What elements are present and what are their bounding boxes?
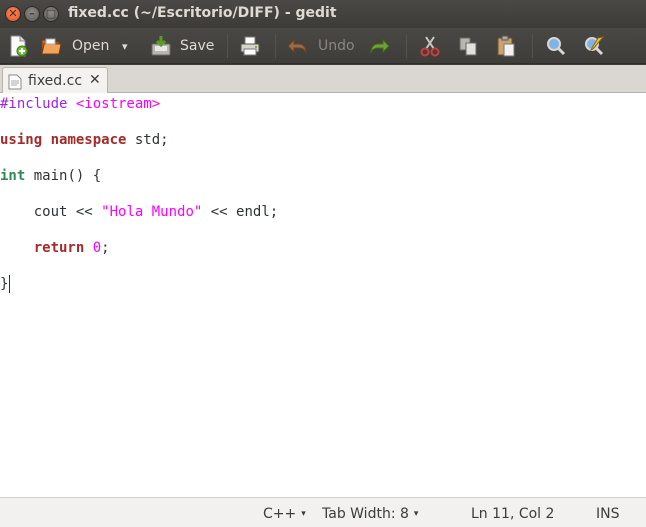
close-window-button[interactable]: ✕ [5, 6, 21, 22]
new-document-button[interactable] [4, 32, 32, 60]
print-button[interactable] [236, 32, 264, 60]
save-icon [151, 36, 171, 56]
code-token: } [0, 276, 9, 292]
toolbar-separator [227, 34, 228, 58]
save-button[interactable]: Save [148, 32, 216, 60]
open-recent-dropdown[interactable]: ▾ [120, 32, 134, 60]
open-button[interactable]: Open [38, 32, 110, 60]
cut-icon [420, 36, 440, 57]
window-title: fixed.cc (~/Escritorio/DIFF) - gedit [68, 5, 337, 21]
find-icon [547, 37, 566, 56]
toolbar-separator [532, 34, 533, 58]
code-token: ; [101, 240, 110, 256]
language-selector[interactable]: C++ ▾ [263, 506, 306, 522]
paste-button[interactable] [492, 32, 520, 60]
type-token: int [0, 168, 26, 184]
chevron-down-icon: ▾ [122, 40, 128, 53]
document-tab-bar: fixed.cc ✕ [0, 65, 646, 94]
code-token: std; [126, 132, 169, 148]
tab-label: fixed.cc [28, 73, 83, 89]
folder-open-icon [41, 38, 62, 55]
keyword-token: using [0, 132, 43, 148]
insert-mode-indicator: INS [596, 506, 620, 522]
code-line: } [0, 275, 8, 293]
text-file-icon [8, 74, 22, 90]
toolbar-separator [275, 34, 276, 58]
undo-icon [287, 38, 307, 54]
new-document-icon [10, 35, 28, 57]
find-button[interactable] [542, 32, 570, 60]
preprocessor-token: #include [0, 96, 76, 112]
toolbar-separator [406, 34, 407, 58]
close-tab-icon[interactable]: ✕ [89, 72, 101, 88]
language-label: C++ [263, 506, 297, 522]
code-line: #include <iostream> [0, 95, 160, 113]
code-line: cout << "Hola Mundo" << endl; [0, 203, 278, 221]
tab-width-selector[interactable]: Tab Width: 8 ▾ [322, 506, 418, 522]
indent-token [0, 204, 34, 220]
copy-button[interactable] [454, 32, 482, 60]
close-icon: ✕ [8, 7, 18, 20]
indent-token [0, 240, 34, 256]
tab-fixed-cc[interactable]: fixed.cc ✕ [2, 67, 108, 94]
undo-button[interactable]: Undo [284, 32, 356, 60]
code-line: using namespace std; [0, 131, 169, 149]
maximize-window-button[interactable]: □ [43, 6, 59, 22]
number-token: 0 [92, 240, 102, 256]
code-line: return 0; [0, 239, 110, 257]
minimize-icon: – [29, 7, 35, 20]
find-replace-button[interactable] [580, 32, 608, 60]
code-line: int main() { [0, 167, 101, 185]
title-bar: ✕ – □ fixed.cc (~/Escritorio/DIFF) - ged… [0, 0, 646, 28]
redo-icon [370, 38, 390, 54]
maximize-icon: □ [45, 7, 57, 20]
include-path-token: <iostream> [75, 96, 161, 112]
paste-icon [497, 35, 515, 57]
tab-width-label: Tab Width: 8 [322, 506, 409, 522]
keyword-token: return [33, 240, 85, 256]
redo-button[interactable] [366, 32, 394, 60]
print-icon [240, 36, 260, 56]
cut-button[interactable] [416, 32, 444, 60]
toolbar: Open ▾ Save Undo [0, 28, 646, 64]
chevron-down-icon: ▾ [413, 509, 419, 519]
copy-icon [459, 37, 477, 56]
keyword-token: namespace [50, 132, 127, 148]
code-token: cout << [33, 204, 102, 220]
chevron-down-icon: ▾ [301, 509, 306, 519]
text-cursor [9, 275, 10, 293]
code-editor[interactable]: #include <iostream> using namespace std;… [0, 93, 646, 497]
status-bar: C++ ▾ Tab Width: 8 ▾ Ln 11, Col 2 INS [0, 497, 646, 527]
find-replace-icon [585, 36, 605, 56]
cursor-position: Ln 11, Col 2 [471, 506, 555, 522]
string-token: "Hola Mundo" [101, 204, 203, 220]
code-token: main() { [25, 168, 102, 184]
minimize-window-button[interactable]: – [24, 6, 40, 22]
code-token: << endl; [202, 204, 279, 220]
